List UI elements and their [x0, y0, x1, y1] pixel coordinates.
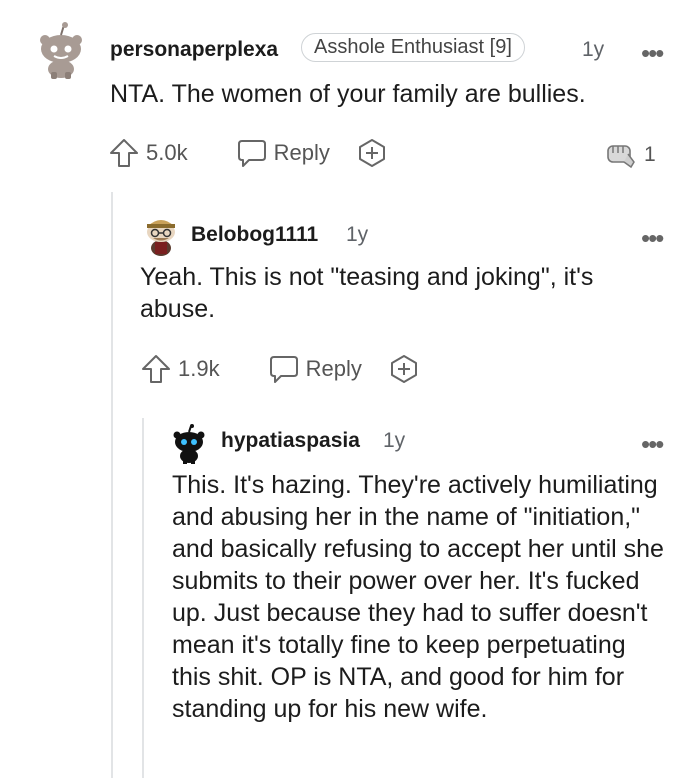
award-indicator[interactable]: 1 — [604, 140, 656, 170]
award-count: 1 — [644, 143, 656, 166]
upvote-count: 1.9k — [178, 356, 220, 381]
comment-timestamp: 1y — [383, 429, 406, 452]
snoo-avatar-icon — [40, 22, 82, 79]
avatar[interactable] — [36, 22, 86, 80]
comment-timestamp: 1y — [346, 223, 369, 246]
comment-body: Yeah. This is not "teasing and joking", … — [140, 263, 594, 323]
upvote-arrow-icon — [110, 139, 138, 167]
upvote-arrow-icon — [142, 355, 170, 383]
snoo-avatar-icon — [147, 220, 175, 256]
reply-button[interactable]: Reply — [268, 354, 362, 384]
award-plus-icon — [390, 355, 417, 383]
more-options-icon[interactable]: ••• — [641, 431, 664, 457]
award-plus-icon — [358, 139, 385, 167]
snoo-avatar-icon — [173, 424, 205, 464]
more-options-icon[interactable]: ••• — [641, 40, 664, 66]
comment-actions: 5.0k Reply — [108, 138, 388, 168]
reply-label: Reply — [273, 140, 330, 165]
fist-award-icon — [607, 145, 635, 169]
comment-username[interactable]: Belobog1111 — [191, 223, 318, 247]
more-options-icon[interactable]: ••• — [641, 225, 664, 251]
comment-body: NTA. The women of your family are bullie… — [110, 80, 586, 108]
upvote-button[interactable]: 1.9k — [140, 354, 220, 384]
user-flair: Asshole Enthusiast [9] — [301, 33, 525, 62]
award-button[interactable] — [356, 138, 388, 168]
comment-actions: 1.9k Reply — [140, 354, 420, 384]
upvote-count: 5.0k — [146, 140, 188, 165]
thread-line-level-2 — [142, 418, 144, 778]
thread-line-level-1 — [111, 192, 113, 778]
avatar[interactable] — [143, 212, 179, 256]
reply-button[interactable]: Reply — [236, 138, 330, 168]
award-button[interactable] — [388, 354, 420, 384]
comment-username[interactable]: hypatiaspasia — [221, 429, 360, 453]
comment-username[interactable]: personaperplexa — [110, 38, 278, 62]
upvote-button[interactable]: 5.0k — [108, 138, 188, 168]
comment-timestamp: 1y — [582, 38, 605, 61]
reply-bubble-icon — [269, 356, 298, 383]
reply-bubble-icon — [237, 140, 266, 167]
comment-body: This. It's hazing. They're actively humi… — [172, 471, 664, 723]
avatar[interactable] — [172, 424, 206, 464]
reply-label: Reply — [305, 356, 362, 381]
